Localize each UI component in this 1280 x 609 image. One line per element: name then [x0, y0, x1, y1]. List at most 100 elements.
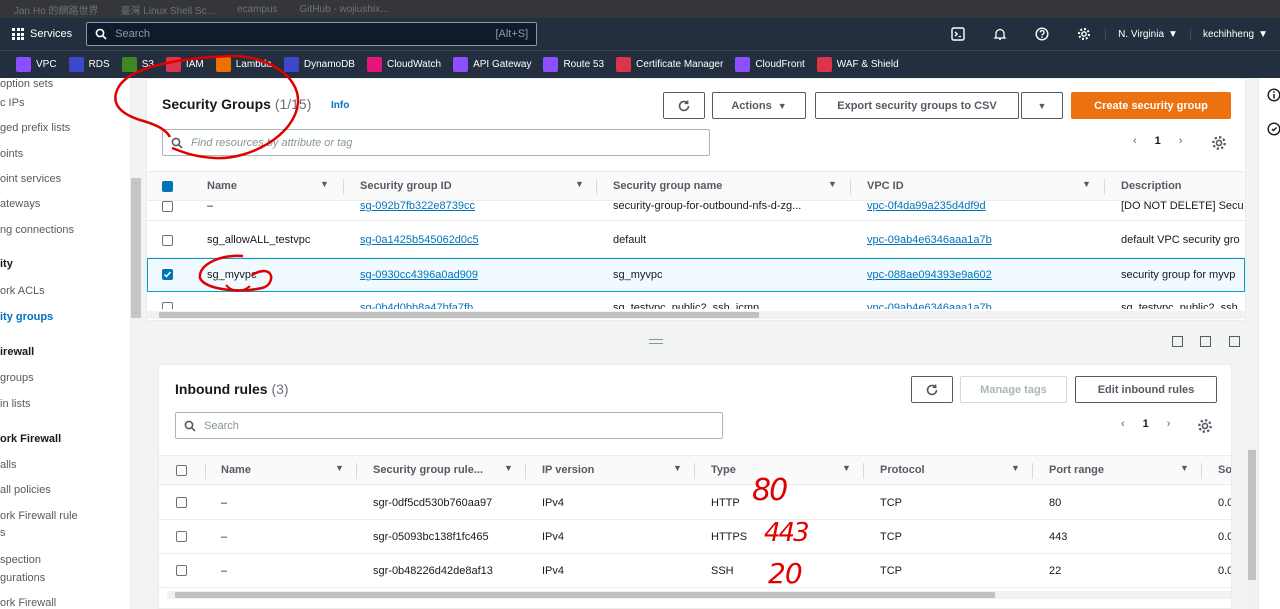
- split-panel-full-icon[interactable]: [1229, 336, 1240, 347]
- current-page[interactable]: 1: [1155, 135, 1161, 147]
- export-dropdown-button[interactable]: ▼: [1021, 92, 1063, 119]
- info-panel-icon[interactable]: [1267, 88, 1280, 102]
- sort-icon[interactable]: ▼: [575, 179, 584, 189]
- next-page-icon[interactable]: ›: [1167, 418, 1171, 430]
- column-header-port-range[interactable]: Port range: [1049, 464, 1104, 476]
- refresh-button[interactable]: [911, 376, 953, 403]
- favorite-s3[interactable]: S3: [121, 57, 154, 72]
- current-page[interactable]: 1: [1143, 418, 1149, 430]
- column-header-type[interactable]: Type: [711, 464, 736, 476]
- sidebar-item[interactable]: ged prefix lists: [0, 122, 70, 134]
- help-icon[interactable]: [1021, 27, 1063, 41]
- sidebar-item[interactable]: in lists: [0, 398, 31, 410]
- row-checkbox[interactable]: [162, 235, 173, 246]
- sort-icon[interactable]: ▼: [320, 179, 329, 189]
- table-preferences-gear-icon[interactable]: [1211, 135, 1227, 151]
- sidebar-item[interactable]: alls: [0, 459, 17, 471]
- table-horizontal-scrollbar[interactable]: [147, 311, 1245, 319]
- sidebar-item[interactable]: ng connections: [0, 224, 74, 236]
- sidebar-item[interactable]: oint services: [0, 173, 61, 185]
- vpc-id-link[interactable]: vpc-0f4da99a235d4df9d: [867, 201, 986, 212]
- sort-icon[interactable]: ▼: [842, 463, 851, 473]
- region-selector[interactable]: N. Virginia ▼: [1105, 28, 1190, 40]
- vpc-id-link[interactable]: vpc-09ab4e6346aaa1a7b: [867, 234, 992, 246]
- global-search-input[interactable]: Search [Alt+S]: [86, 22, 538, 46]
- favorite-api-gateway[interactable]: API Gateway: [453, 57, 531, 72]
- sidebar-item[interactable]: ork Firewall rule: [0, 510, 78, 522]
- bookmark-3[interactable]: ecampus: [237, 4, 278, 15]
- row-checkbox[interactable]: [176, 497, 187, 508]
- favorite-lambda[interactable]: Lambda: [215, 57, 272, 72]
- select-all-checkbox[interactable]: [176, 465, 187, 476]
- favorite-certificate-manager[interactable]: Certificate Manager: [616, 57, 723, 72]
- sidebar-item[interactable]: s: [0, 527, 6, 539]
- row-checkbox[interactable]: [162, 302, 173, 309]
- sort-icon[interactable]: ▼: [335, 463, 344, 473]
- create-security-group-button[interactable]: Create security group: [1071, 92, 1231, 119]
- notifications-bell-icon[interactable]: [979, 27, 1021, 41]
- table-row[interactable]: – sgr-05093bc138f1fc465 IPv4 HTTPS TCP 4…: [159, 520, 1231, 554]
- sidebar-item[interactable]: groups: [0, 372, 34, 384]
- column-header-sg-name[interactable]: Security group name: [613, 180, 722, 192]
- sort-icon[interactable]: ▼: [828, 179, 837, 189]
- sidebar-item[interactable]: gurations: [0, 572, 45, 584]
- favorite-cloudwatch[interactable]: CloudWatch: [366, 57, 441, 72]
- export-csv-button[interactable]: Export security groups to CSV: [815, 92, 1019, 119]
- bookmark-2[interactable]: 臺灣 Linux Shell Sc...: [120, 2, 214, 17]
- inbound-search-input[interactable]: Search: [175, 412, 723, 439]
- sidebar-item[interactable]: c IPs: [0, 97, 24, 109]
- column-header-name[interactable]: Name: [207, 180, 237, 192]
- row-checkbox[interactable]: [176, 531, 187, 542]
- inbound-vertical-scrollbar[interactable]: [1247, 446, 1257, 609]
- favorite-cloudfront[interactable]: CloudFront: [735, 57, 805, 72]
- sg-id-link[interactable]: sg-0b4d0bb8a47bfa7fb: [360, 302, 473, 309]
- previous-page-icon[interactable]: ‹: [1133, 135, 1137, 147]
- previous-page-icon[interactable]: ‹: [1121, 418, 1125, 430]
- vpc-id-link[interactable]: vpc-09ab4e6346aaa1a7b: [867, 302, 992, 309]
- table-preferences-gear-icon[interactable]: [1197, 418, 1213, 434]
- favorite-waf-shield[interactable]: WAF & Shield: [816, 57, 899, 72]
- sidebar-item[interactable]: oints: [0, 148, 23, 160]
- sidebar-item[interactable]: ateways: [0, 198, 40, 210]
- settings-gear-icon[interactable]: [1063, 27, 1105, 41]
- column-header-description[interactable]: Description: [1121, 180, 1182, 192]
- sort-icon[interactable]: ▼: [504, 463, 513, 473]
- manage-tags-button[interactable]: Manage tags: [960, 376, 1067, 403]
- favorite-iam[interactable]: IAM: [165, 57, 204, 72]
- resource-filter-input[interactable]: Find resources by attribute or tag: [162, 129, 710, 156]
- column-header-ip-version[interactable]: IP version: [542, 464, 594, 476]
- column-header-rule-id[interactable]: Security group rule...: [373, 464, 483, 476]
- cloudshell-icon[interactable]: [937, 27, 979, 41]
- table-row[interactable]: – sgr-0df5cd530b760aa97 IPv4 HTTP TCP 80…: [159, 486, 1231, 520]
- sg-id-link[interactable]: sg-0a1425b545062d0c5: [360, 234, 479, 246]
- row-checkbox-checked[interactable]: [162, 269, 173, 280]
- column-header-source[interactable]: So: [1218, 464, 1231, 476]
- sg-id-link[interactable]: sg-0930cc4396a0ad909: [360, 269, 478, 281]
- split-panel-bottom-icon[interactable]: [1172, 336, 1183, 347]
- table-row[interactable]: sg-0b4d0bb8a47bfa7fb sg_testvpc_public2_…: [147, 292, 1245, 309]
- column-header-vpc-id[interactable]: VPC ID: [867, 180, 904, 192]
- favorite-vpc[interactable]: VPC: [16, 57, 57, 72]
- table-row-selected[interactable]: sg_myvpc sg-0930cc4396a0ad909 sg_myvpc v…: [147, 258, 1245, 292]
- split-panel-side-icon[interactable]: [1200, 336, 1211, 347]
- favorite-rds[interactable]: RDS: [68, 57, 110, 72]
- sidebar-item[interactable]: option sets: [0, 78, 53, 90]
- next-page-icon[interactable]: ›: [1179, 135, 1183, 147]
- sg-id-link[interactable]: sg-092b7fb322e8739cc: [360, 201, 475, 212]
- bookmark-4[interactable]: GitHub - wojiushix...: [300, 4, 389, 15]
- edit-inbound-rules-button[interactable]: Edit inbound rules: [1075, 376, 1217, 403]
- split-panel-resize-handle[interactable]: [649, 339, 663, 344]
- sidebar-item[interactable]: spection: [0, 554, 41, 566]
- inbound-horizontal-scrollbar[interactable]: [167, 591, 1231, 599]
- services-menu-button[interactable]: Services: [0, 28, 84, 40]
- actions-dropdown-button[interactable]: Actions ▼: [712, 92, 806, 119]
- sidebar-item[interactable]: ork ACLs: [0, 285, 45, 297]
- sort-icon[interactable]: ▼: [673, 463, 682, 473]
- sort-icon[interactable]: ▼: [1180, 463, 1189, 473]
- bookmark-1[interactable]: Jan Ho 的網路世界: [14, 2, 98, 17]
- sidebar-scrollbar[interactable]: [131, 178, 141, 318]
- table-row[interactable]: – sgr-0b48226d42de8af13 IPv4 SSH TCP 22 …: [159, 554, 1231, 588]
- table-row[interactable]: sg_allowALL_testvpc sg-0a1425b545062d0c5…: [147, 221, 1245, 258]
- feedback-icon[interactable]: [1267, 122, 1280, 136]
- sidebar-item[interactable]: ork Firewall: [0, 597, 56, 609]
